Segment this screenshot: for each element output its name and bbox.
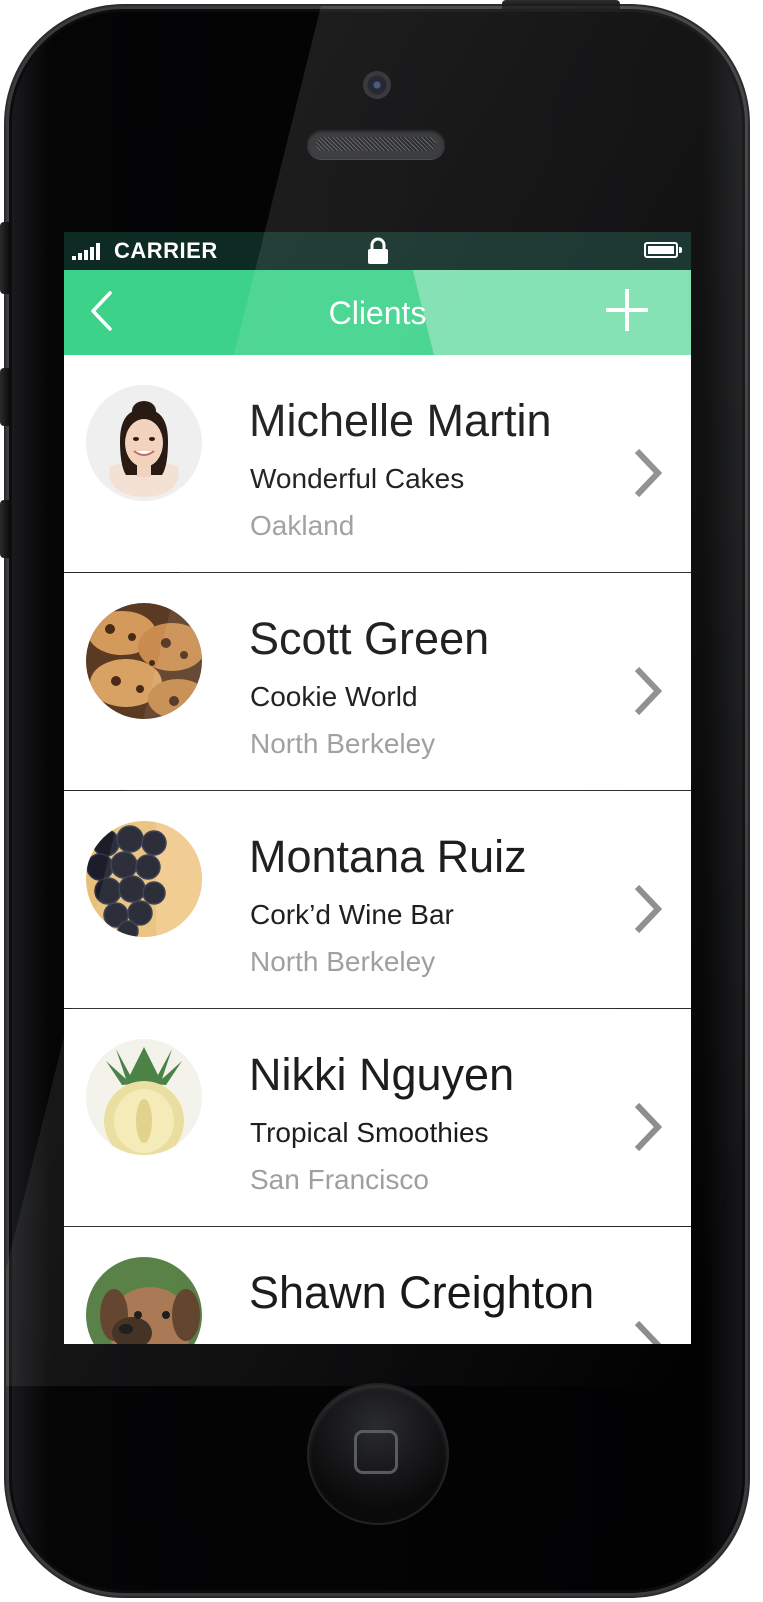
signal-strength-icon — [72, 243, 100, 260]
volume-down-button — [0, 500, 9, 558]
client-avatar-cookies-icon — [86, 603, 202, 719]
client-city: San Francisco — [250, 1164, 429, 1195]
home-square-icon — [354, 1430, 398, 1474]
page-title: Clients — [328, 295, 427, 331]
navigation-bar: Clients — [64, 270, 691, 355]
home-button[interactable] — [309, 1385, 447, 1523]
client-name: Nikki Nguyen — [249, 1049, 515, 1100]
client-avatar-pineapple-icon — [86, 1039, 202, 1155]
client-row-montana-ruiz[interactable]: Montana Ruiz Cork’d Wine Bar North Berke… — [64, 791, 691, 1009]
client-list: Michelle Martin Wonderful Cakes Oakland — [64, 355, 691, 1344]
earpiece-speaker — [307, 129, 445, 159]
chevron-right-icon — [634, 666, 663, 716]
client-city: North Berkeley — [250, 728, 436, 759]
chevron-right-icon — [634, 1320, 662, 1344]
mute-switch — [0, 222, 9, 294]
client-avatar-puppy-icon — [86, 1257, 202, 1344]
add-client-plus-icon[interactable] — [604, 287, 650, 333]
client-company: Tropical Smoothies — [250, 1117, 489, 1148]
client-row-michelle-martin[interactable]: Michelle Martin Wonderful Cakes Oakland — [64, 355, 691, 573]
chevron-right-icon — [634, 884, 663, 934]
carrier-label: CARRIER — [114, 238, 218, 263]
client-row-shawn-creighton[interactable]: Shawn Creighton — [64, 1227, 691, 1344]
client-name: Shawn Creighton — [249, 1267, 595, 1318]
client-avatar-woman-icon — [86, 385, 202, 501]
status-bar: CARRIER — [64, 232, 691, 270]
client-company: Cookie World — [250, 681, 418, 712]
front-camera — [363, 71, 391, 99]
lock-icon — [368, 237, 388, 264]
client-city: Oakland — [250, 510, 355, 541]
client-city: North Berkeley — [250, 946, 436, 977]
client-row-nikki-nguyen[interactable]: Nikki Nguyen Tropical Smoothies San Fran… — [64, 1009, 691, 1227]
client-company: Wonderful Cakes — [250, 463, 465, 494]
chevron-right-icon — [634, 448, 663, 498]
client-name: Scott Green — [249, 613, 490, 664]
client-company: Cork’d Wine Bar — [250, 899, 454, 930]
battery-icon — [644, 242, 682, 258]
app-screen: CARRIER Clients Michelle Martin Wonderfu… — [64, 232, 691, 1344]
volume-up-button — [0, 368, 9, 426]
power-button — [502, 0, 620, 9]
chevron-right-icon — [634, 1102, 663, 1152]
client-name: Montana Ruiz — [249, 831, 527, 882]
client-name: Michelle Martin — [249, 395, 552, 446]
client-avatar-grapes-icon — [86, 821, 202, 937]
client-row-scott-green[interactable]: Scott Green Cookie World North Berkeley — [64, 573, 691, 791]
